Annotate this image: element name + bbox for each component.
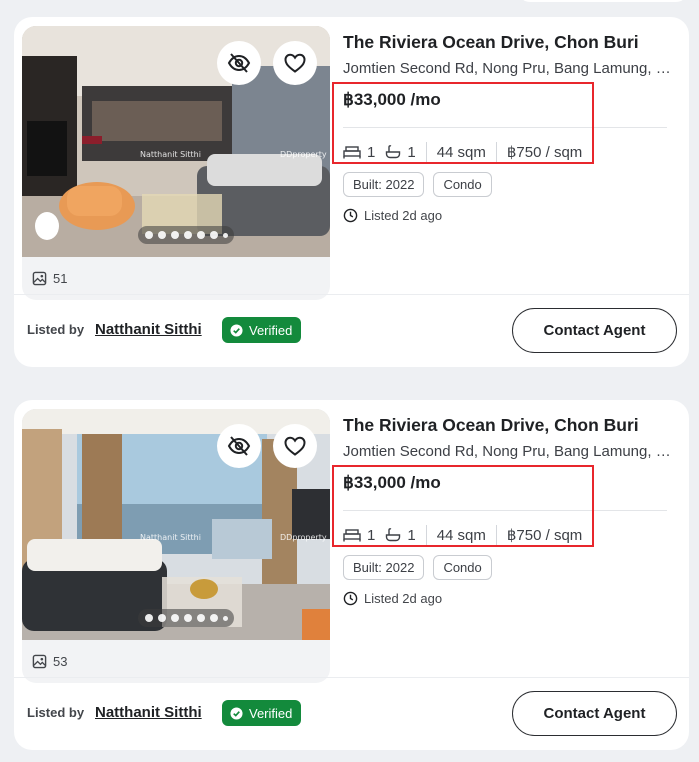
eye-off-icon: [227, 436, 251, 456]
verified-label: Verified: [249, 705, 293, 721]
bedrooms-value: 1: [367, 143, 376, 161]
bed-icon: [343, 529, 361, 542]
watermark-brand: DDproperty: [280, 150, 327, 159]
divider: [343, 127, 667, 128]
carousel-dot[interactable]: [157, 614, 166, 622]
bedrooms: 1: [343, 144, 375, 161]
card-footer-divider: [14, 677, 689, 678]
tag-property-type: Condo: [433, 555, 492, 580]
photo-count: 53: [32, 654, 67, 669]
carousel-dot[interactable]: [196, 231, 205, 239]
carousel-dot[interactable]: [170, 231, 179, 239]
bedrooms: 1: [343, 527, 375, 544]
watermark-brand: DDproperty: [280, 533, 327, 542]
verified-badge-icon: [230, 323, 243, 337]
hide-listing-button[interactable]: [217, 41, 261, 85]
listing-card[interactable]: Natthanit Sitthi DDproperty 51 The Rivie…: [14, 17, 689, 367]
listing-tags: Built: 2022 Condo: [343, 555, 492, 580]
carousel-dot[interactable]: [183, 231, 192, 239]
listing-price: ฿33,000 /mo: [343, 473, 441, 492]
price-per-sqm: ฿750 / sqm: [506, 527, 583, 544]
listing-title[interactable]: The Riviera Ocean Drive, Chon Buri: [343, 415, 639, 436]
eye-off-icon: [227, 53, 251, 73]
photo-count: 51: [32, 271, 67, 286]
tag-built-year: Built: 2022: [343, 555, 425, 580]
heart-icon: [284, 436, 306, 456]
gallery-icon: [32, 271, 47, 286]
carousel-dot[interactable]: [196, 614, 205, 622]
agent-name-link[interactable]: Natthanit Sitthi: [95, 321, 202, 338]
listing-tags: Built: 2022 Condo: [343, 172, 492, 197]
price-per-sqm: ฿750 / sqm: [506, 144, 583, 161]
card-footer-divider: [14, 294, 689, 295]
listing-stats: 1 1 44 sqm ฿750 / sqm: [343, 525, 582, 545]
listing-photo[interactable]: Natthanit Sitthi DDproperty 53: [22, 409, 330, 683]
verified-label: Verified: [249, 322, 293, 338]
listed-date: Listed 2d ago: [343, 591, 442, 606]
tag-property-type: Condo: [433, 172, 492, 197]
stat-divider: [495, 525, 497, 545]
carousel-dot-active[interactable]: [144, 614, 153, 622]
listed-date: Listed 2d ago: [343, 208, 442, 223]
favorite-button[interactable]: [273, 424, 317, 468]
photo-count-value: 53: [53, 654, 68, 669]
bedrooms-value: 1: [367, 526, 376, 544]
previous-card-edge: [518, 0, 688, 2]
listed-date-text: Listed 2d ago: [364, 591, 443, 606]
hide-listing-button[interactable]: [217, 424, 261, 468]
listing-card[interactable]: Natthanit Sitthi DDproperty 53 The Rivie…: [14, 400, 689, 750]
verified-badge-icon: [230, 706, 243, 720]
listed-by-label: Listed by: [27, 322, 85, 337]
listing-address: Jomtien Second Rd, Nong Pru, Bang Lamung…: [343, 443, 673, 460]
carousel-dots: [138, 609, 234, 627]
contact-agent-button[interactable]: Contact Agent: [512, 308, 677, 353]
photo-count-value: 51: [53, 271, 68, 286]
verified-badge: Verified: [222, 700, 302, 726]
carousel-dot-active[interactable]: [144, 231, 153, 239]
bathrooms: 1: [385, 526, 416, 544]
stat-divider: [425, 142, 427, 162]
watermark-agent: Natthanit Sitthi: [140, 533, 201, 542]
floor-area: 44 sqm: [436, 526, 486, 544]
stat-divider: [425, 525, 427, 545]
stat-divider: [495, 142, 497, 162]
carousel-dot[interactable]: [183, 614, 192, 622]
bathrooms-value: 1: [407, 526, 416, 544]
tag-built-year: Built: 2022: [343, 172, 425, 197]
listing-price: ฿33,000 /mo: [343, 90, 441, 109]
bathrooms: 1: [385, 143, 416, 161]
bed-icon: [343, 146, 361, 159]
watermark-agent: Natthanit Sitthi: [140, 150, 201, 159]
carousel-dot[interactable]: [170, 614, 179, 622]
listed-by-label: Listed by: [27, 705, 85, 720]
listing-stats: 1 1 44 sqm ฿750 / sqm: [343, 142, 582, 162]
clock-icon: [343, 591, 358, 606]
favorite-button[interactable]: [273, 41, 317, 85]
bathtub-icon: [386, 528, 401, 542]
clock-icon: [343, 208, 358, 223]
listing-address: Jomtien Second Rd, Nong Pru, Bang Lamung…: [343, 60, 673, 77]
heart-icon: [284, 53, 306, 73]
agent-name-link[interactable]: Natthanit Sitthi: [95, 704, 202, 721]
carousel-dot[interactable]: [222, 615, 228, 621]
listing-title[interactable]: The Riviera Ocean Drive, Chon Buri: [343, 32, 639, 53]
bathtub-icon: [386, 145, 401, 159]
listed-date-text: Listed 2d ago: [364, 208, 443, 223]
carousel-dot[interactable]: [157, 231, 166, 239]
carousel-dot[interactable]: [209, 614, 218, 622]
divider: [343, 510, 667, 511]
carousel-dot[interactable]: [209, 231, 218, 239]
verified-badge: Verified: [222, 317, 302, 343]
contact-agent-button[interactable]: Contact Agent: [512, 691, 677, 736]
bathrooms-value: 1: [407, 143, 416, 161]
listing-photo[interactable]: Natthanit Sitthi DDproperty 51: [22, 26, 330, 300]
gallery-icon: [32, 654, 47, 669]
carousel-dot[interactable]: [222, 232, 228, 238]
floor-area: 44 sqm: [436, 143, 486, 161]
carousel-dots: [138, 226, 234, 244]
